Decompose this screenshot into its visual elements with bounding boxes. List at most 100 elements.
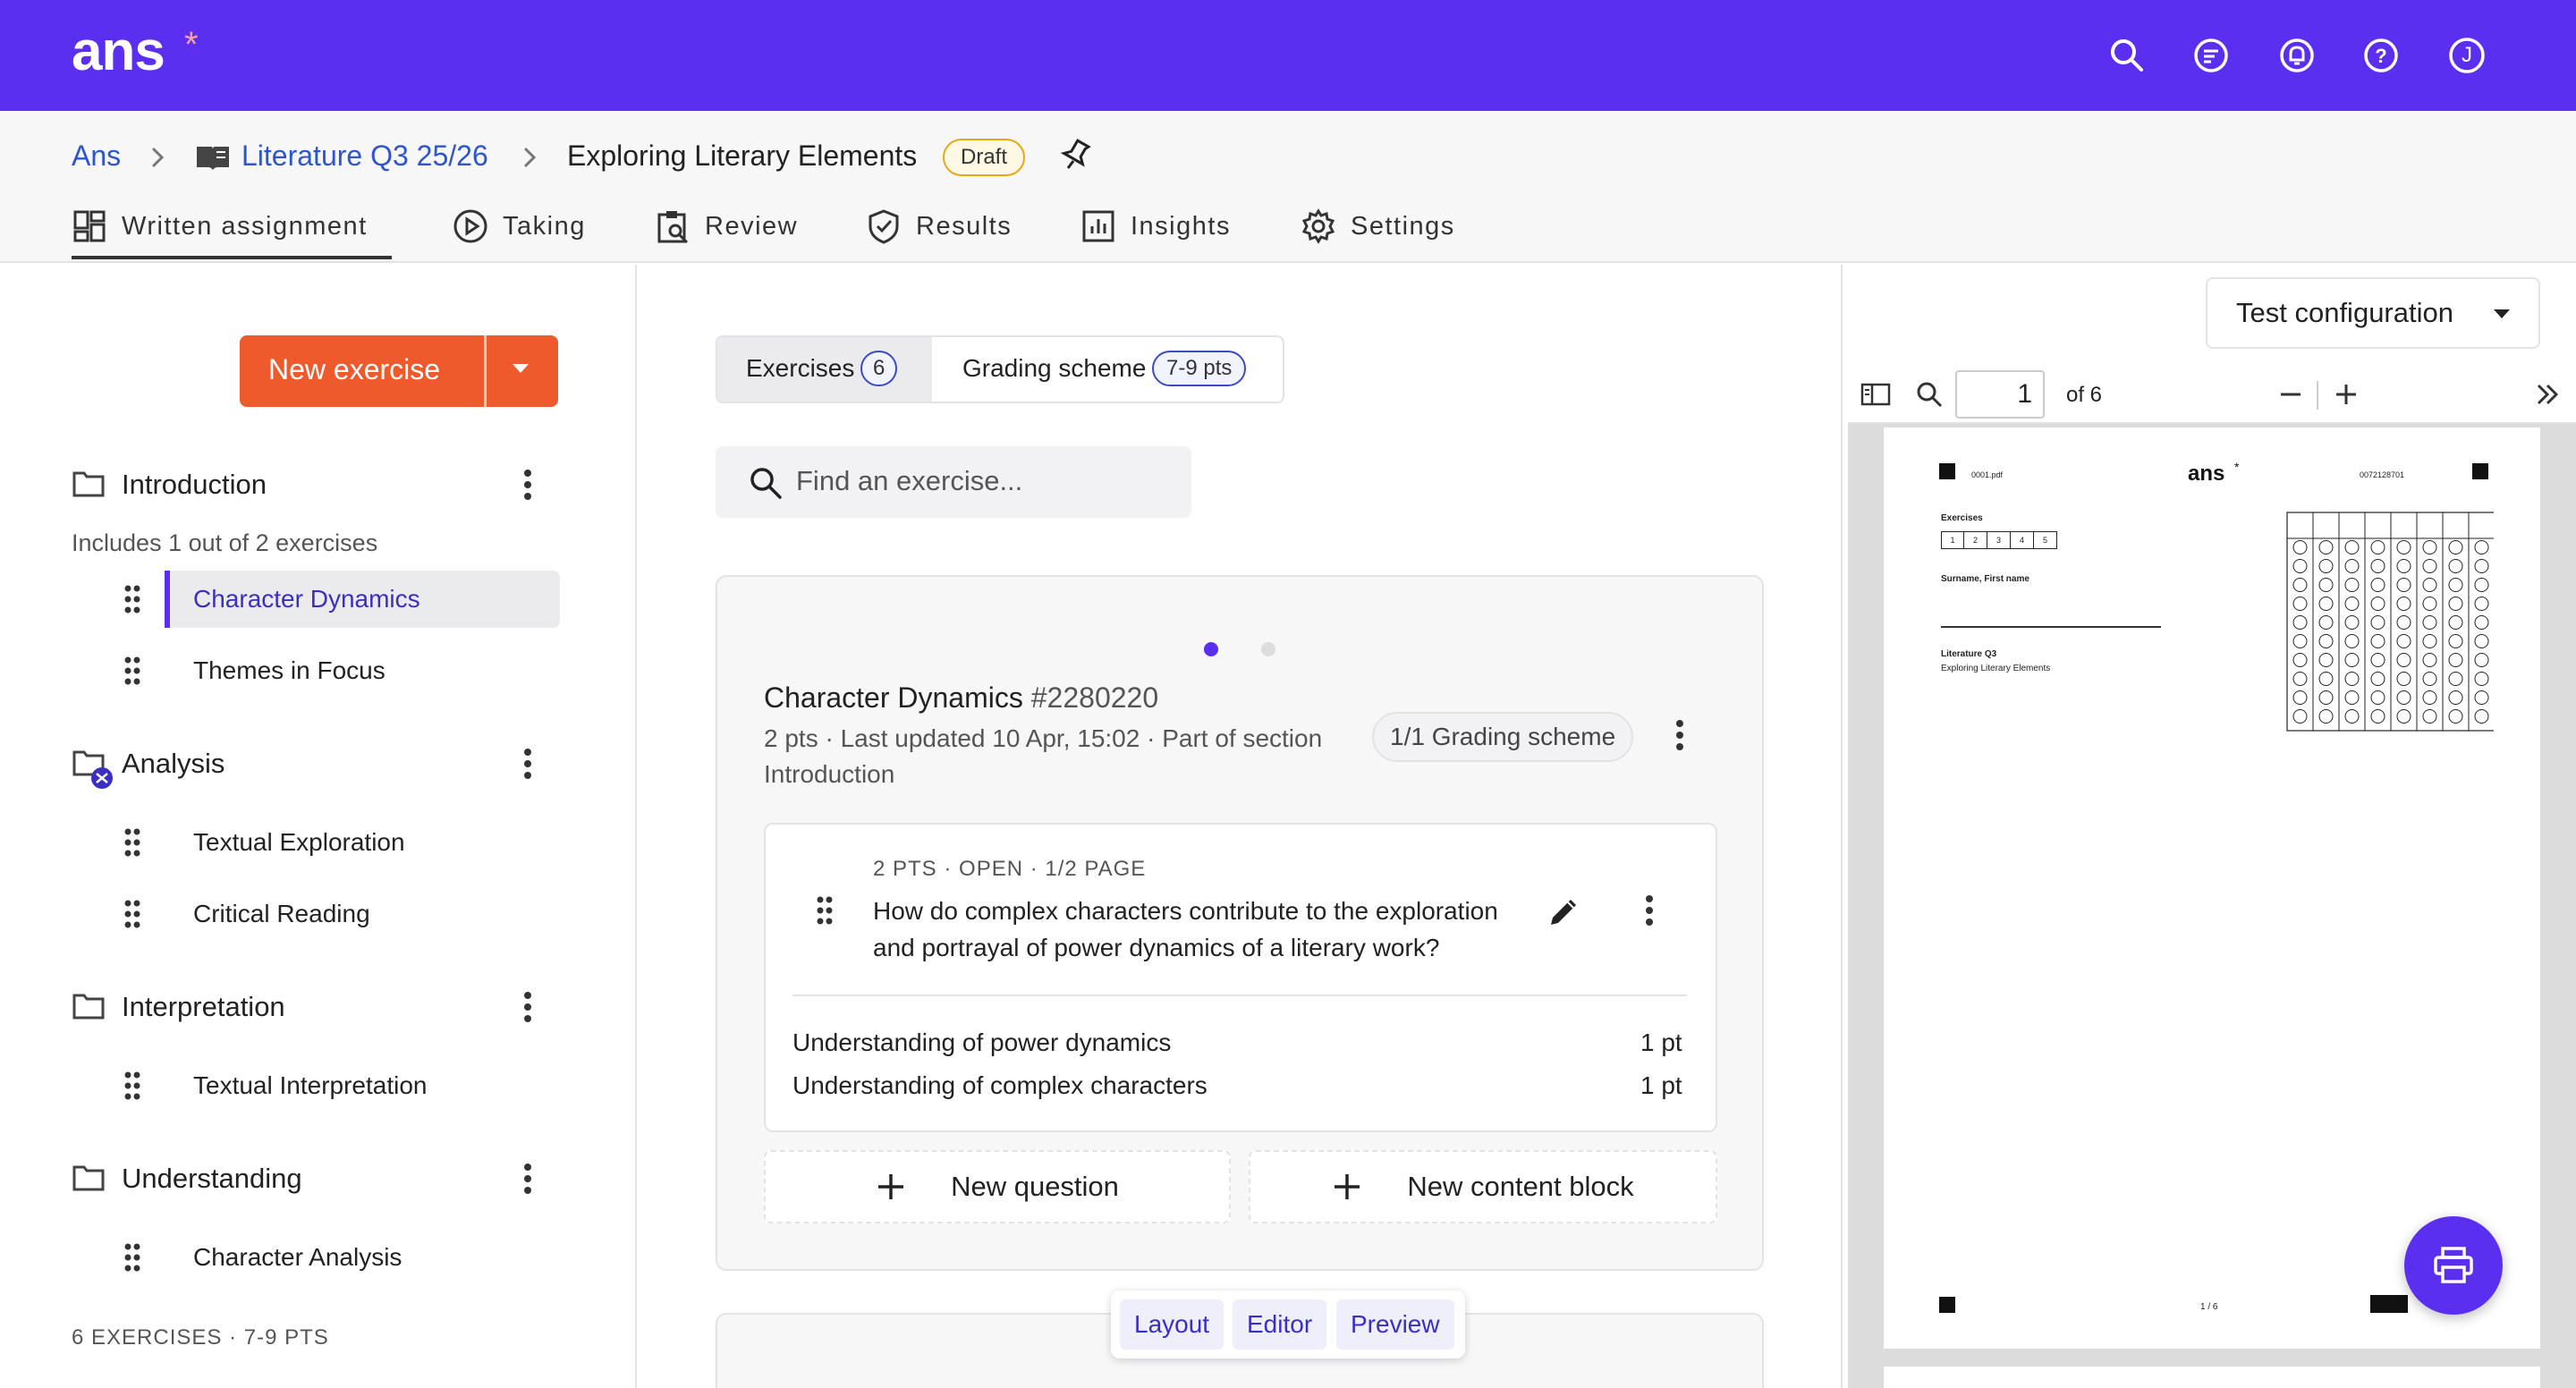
grading-scheme-badge[interactable]: 1/1 Grading scheme (1372, 712, 1634, 762)
search-icon[interactable] (2104, 32, 2150, 79)
pdf-answer-bubble (2292, 709, 2308, 724)
pdf-answer-bubble (2396, 615, 2411, 630)
pdf-exercise-box: 5 (2034, 531, 2057, 549)
pdf-answer-bubble (2370, 578, 2385, 592)
pdf-answer-bubble (2448, 709, 2463, 724)
chat-icon[interactable] (2188, 32, 2234, 79)
tab-insights[interactable]: Insights (1080, 204, 1231, 249)
sidebar-item-character-dynamics[interactable]: Character Dynamics (193, 585, 420, 614)
pdf-answer-bubble (2474, 653, 2489, 667)
pdf-search-icon[interactable] (1914, 379, 1945, 410)
sidebar-item-character-analysis[interactable]: Character Analysis (193, 1243, 402, 1272)
caret-down-icon[interactable] (510, 361, 531, 376)
drag-handle-icon[interactable] (816, 896, 834, 925)
help-icon[interactable]: ? (2358, 32, 2404, 79)
section-title-introduction[interactable]: Introduction (122, 469, 267, 501)
pdf-answer-bubble (2422, 634, 2437, 648)
preview-view-button[interactable]: Preview (1336, 1299, 1454, 1350)
pdf-answer-bubble (2318, 559, 2334, 573)
pdf-logo-mark: * (2234, 460, 2240, 474)
pdf-answer-bubble (2370, 672, 2385, 686)
new-question-button[interactable]: New question (764, 1150, 1231, 1223)
pdf-answer-bubble (2422, 559, 2437, 573)
folder-icon (72, 991, 106, 1021)
pdf-answer-bubble (2422, 540, 2437, 554)
pdf-answer-bubble (2422, 653, 2437, 667)
pdf-answer-bubble (2396, 578, 2411, 592)
pdf-answer-bubble (2370, 634, 2385, 648)
tab-written-assignment[interactable]: Written assignment (72, 204, 368, 249)
tab-results[interactable]: Results (866, 204, 1012, 249)
pdf-answer-bubble (2474, 597, 2489, 611)
drag-handle-icon[interactable] (123, 900, 141, 928)
test-configuration-label: Test configuration (2236, 297, 2453, 328)
page-number-input[interactable] (1955, 370, 2045, 419)
tab-settings[interactable]: Settings (1301, 204, 1455, 249)
pdf-exercise-boxes: 1 2 3 4 5 (1941, 531, 2057, 549)
pdf-answer-bubble (2344, 653, 2360, 667)
breadcrumb-course[interactable]: Literature Q3 25/26 (242, 140, 488, 173)
app-logo[interactable]: ans (72, 20, 165, 83)
pdf-code: 0072128701 (2360, 470, 2405, 479)
drag-handle-icon[interactable] (123, 656, 141, 685)
pdf-answer-bubble (2396, 690, 2411, 705)
pdf-answer-bubble (2292, 634, 2308, 648)
sidebar-item-textual-exploration[interactable]: Textual Exploration (193, 828, 405, 857)
zoom-in-icon[interactable] (2333, 381, 2360, 408)
layout-view-button[interactable]: Layout (1120, 1299, 1224, 1350)
question-more-icon[interactable] (1644, 894, 1655, 927)
new-content-block-button[interactable]: New content block (1249, 1150, 1717, 1223)
avatar[interactable]: J (2444, 32, 2490, 79)
sidebar-item-critical-reading[interactable]: Critical Reading (193, 900, 370, 928)
pdf-answer-bubble (2448, 634, 2463, 648)
carousel-dot[interactable] (1261, 642, 1275, 656)
question-divider (792, 994, 1687, 996)
pdf-answer-bubble (2318, 634, 2334, 648)
tab-review[interactable]: Review (655, 204, 798, 249)
sidebar-item-themes-in-focus[interactable]: Themes in Focus (193, 656, 386, 685)
bell-icon[interactable] (2274, 32, 2320, 79)
criterion-label: Understanding of complex characters (792, 1071, 1208, 1099)
registration-mark (2472, 463, 2488, 479)
segment-exercises-label: Exercises (746, 354, 855, 382)
section-title-analysis[interactable]: Analysis (122, 748, 225, 780)
pdf-answer-bubble (2448, 597, 2463, 611)
drag-handle-icon[interactable] (123, 585, 141, 614)
search-placeholder: Find an exercise... (796, 465, 1023, 496)
breadcrumb-root[interactable]: Ans (72, 140, 121, 173)
zoom-out-icon[interactable] (2277, 381, 2304, 408)
section-more-icon[interactable] (522, 1163, 533, 1195)
plus-icon (878, 1174, 904, 1199)
pdf-answer-bubble (2474, 540, 2489, 554)
sidebar-item-textual-interpretation[interactable]: Textual Interpretation (193, 1071, 428, 1100)
pdf-answer-bubble (2344, 615, 2360, 630)
tab-taking[interactable]: Taking (453, 204, 586, 249)
question-meta: 2 PTS · OPEN · 1/2 PAGE (873, 857, 1147, 881)
pdf-answer-bubble (2474, 690, 2489, 705)
tab-label: Results (916, 211, 1013, 241)
toolbar-divider (2317, 381, 2318, 410)
pin-icon[interactable] (1059, 138, 1091, 174)
pdf-answer-bubble (2396, 540, 2411, 554)
drag-handle-icon[interactable] (123, 828, 141, 857)
pdf-logo: ans (2188, 461, 2225, 486)
editor-view-button[interactable]: Editor (1233, 1299, 1327, 1350)
section-more-icon[interactable] (522, 748, 533, 780)
section-title-understanding[interactable]: Understanding (122, 1163, 302, 1195)
pdf-answer-bubble (2292, 578, 2308, 592)
section-title-interpretation[interactable]: Interpretation (122, 991, 285, 1023)
carousel-dot-active[interactable] (1204, 642, 1218, 656)
pdf-answer-bubble (2370, 653, 2385, 667)
exercise-more-icon[interactable] (1674, 719, 1685, 751)
sidebar-toggle-icon[interactable] (1860, 381, 1891, 408)
edit-pencil-icon[interactable] (1546, 893, 1583, 930)
drag-handle-icon[interactable] (123, 1071, 141, 1100)
pdf-answer-bubble (2344, 709, 2360, 724)
pdf-answer-bubble (2396, 709, 2411, 724)
pdf-answer-bubble (2422, 672, 2437, 686)
drag-handle-icon[interactable] (123, 1243, 141, 1272)
print-button[interactable] (2404, 1216, 2503, 1315)
double-chevron-right-icon[interactable] (2533, 381, 2562, 408)
section-more-icon[interactable] (522, 991, 533, 1023)
section-more-icon[interactable] (522, 469, 533, 501)
